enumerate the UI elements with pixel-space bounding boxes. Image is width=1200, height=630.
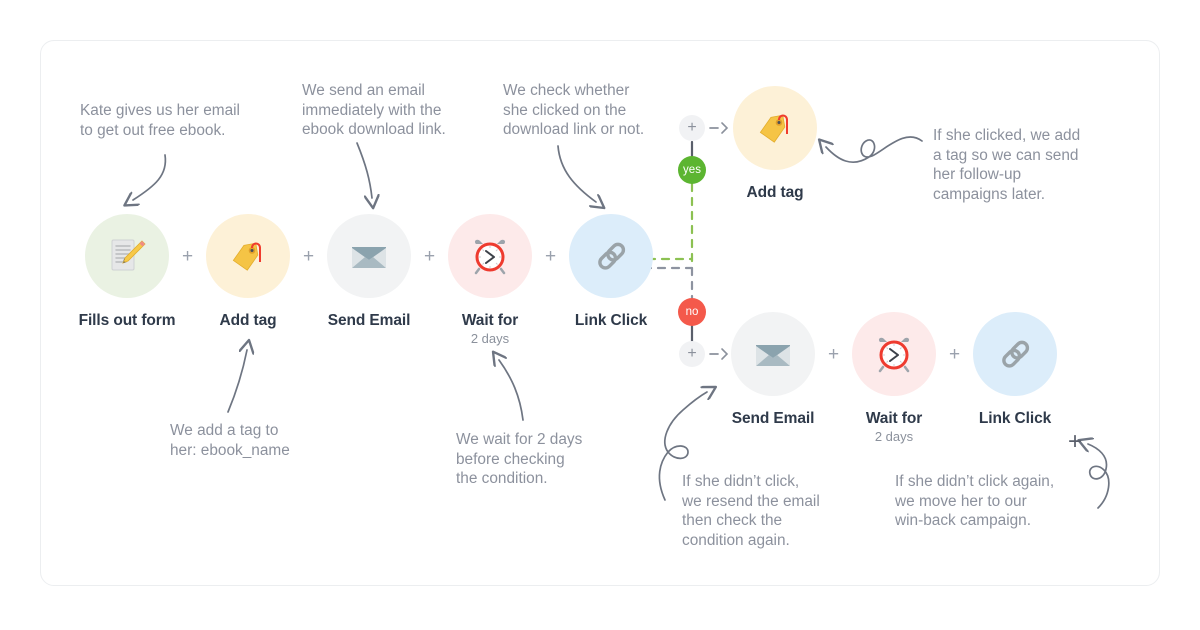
node-send-email-no[interactable]: Send Email <box>731 312 815 428</box>
node-sublabel: 2 days <box>874 429 914 444</box>
automation-flow-canvas: Kate gives us her email to get out free … <box>0 0 1200 630</box>
node-circle[interactable] <box>206 214 290 298</box>
node-fills-out-form[interactable]: Fills out form <box>79 214 176 330</box>
plus-separator-5[interactable]: + <box>828 345 839 364</box>
envelope-icon <box>352 247 386 268</box>
tag-icon <box>759 114 788 143</box>
node-circle[interactable] <box>569 214 653 298</box>
node-circle[interactable] <box>448 214 532 298</box>
add-step-button-yes[interactable]: + <box>679 115 705 141</box>
node-label-wrap: Send Email <box>731 410 815 428</box>
add-step-button-no[interactable]: + <box>679 341 705 367</box>
node-label: Link Click <box>574 312 648 329</box>
node-label-wrap: Wait for 2 days <box>448 312 532 346</box>
plus-separator-1[interactable]: + <box>182 247 193 266</box>
node-link-click[interactable]: Link Click <box>569 214 653 330</box>
node-label: Add tag <box>219 312 277 329</box>
chain-link-icon <box>1002 340 1030 368</box>
node-link-click-no[interactable]: Link Click <box>973 312 1057 428</box>
node-label: Link Click <box>978 410 1052 427</box>
form-pencil-icon <box>111 239 146 271</box>
node-label: Add tag <box>746 184 804 201</box>
plus-separator-4[interactable]: + <box>545 247 556 266</box>
node-label-wrap: Add tag <box>206 312 290 330</box>
node-circle[interactable] <box>852 312 936 396</box>
note-if-clicked-add-tag: If she clicked, we add a tag so we can s… <box>933 127 1081 203</box>
note-add-tag-ebook-name: We add a tag to her: ebook_name <box>170 422 290 459</box>
node-send-email[interactable]: Send Email <box>327 214 411 330</box>
node-circle[interactable] <box>85 214 169 298</box>
note-if-didnt-click-resend: If she didn’t click, we resend the email… <box>682 473 820 549</box>
node-label: Send Email <box>327 312 411 329</box>
node-circle[interactable] <box>973 312 1057 396</box>
node-circle[interactable] <box>733 86 817 170</box>
node-label-wrap: Link Click <box>973 410 1057 428</box>
node-circle[interactable] <box>327 214 411 298</box>
node-label: Wait for <box>461 312 519 329</box>
node-label: Fills out form <box>78 312 176 329</box>
node-add-tag[interactable]: Add tag <box>206 214 290 330</box>
alarm-clock-icon <box>878 337 910 373</box>
node-wait-for-no[interactable]: Wait for 2 days <box>852 312 936 444</box>
note-kate-gives-email: Kate gives us her email to get out free … <box>80 102 240 139</box>
node-label-wrap: Add tag <box>733 184 817 202</box>
node-label-wrap: Link Click <box>569 312 653 330</box>
node-add-tag-yes[interactable]: Add tag <box>733 86 817 202</box>
branch-badge-no: no <box>678 298 706 326</box>
branch-badge-yes: yes <box>678 156 706 184</box>
envelope-icon <box>756 345 790 366</box>
node-label-wrap: Send Email <box>327 312 411 330</box>
note-wait-two-days: We wait for 2 days before checking the c… <box>456 431 583 487</box>
note-send-email-immediately: We send an email immediately with the eb… <box>302 82 446 138</box>
node-label: Wait for <box>865 410 923 427</box>
plus-separator-3[interactable]: + <box>424 247 435 266</box>
plus-separator-6[interactable]: + <box>949 345 960 364</box>
node-sublabel: 2 days <box>470 331 510 346</box>
node-label: Send Email <box>731 410 815 427</box>
plus-separator-2[interactable]: + <box>303 247 314 266</box>
note-if-didnt-click-winback: If she didn’t click again, we move her t… <box>895 473 1055 529</box>
node-label-wrap: Fills out form <box>79 312 176 330</box>
node-label-wrap: Wait for 2 days <box>852 410 936 444</box>
tag-icon <box>232 242 261 271</box>
node-wait-for[interactable]: Wait for 2 days <box>448 214 532 346</box>
chain-link-icon <box>598 242 626 270</box>
trailing-add-step-button[interactable]: + <box>1068 430 1082 454</box>
alarm-clock-icon <box>474 239 506 275</box>
node-circle[interactable] <box>731 312 815 396</box>
